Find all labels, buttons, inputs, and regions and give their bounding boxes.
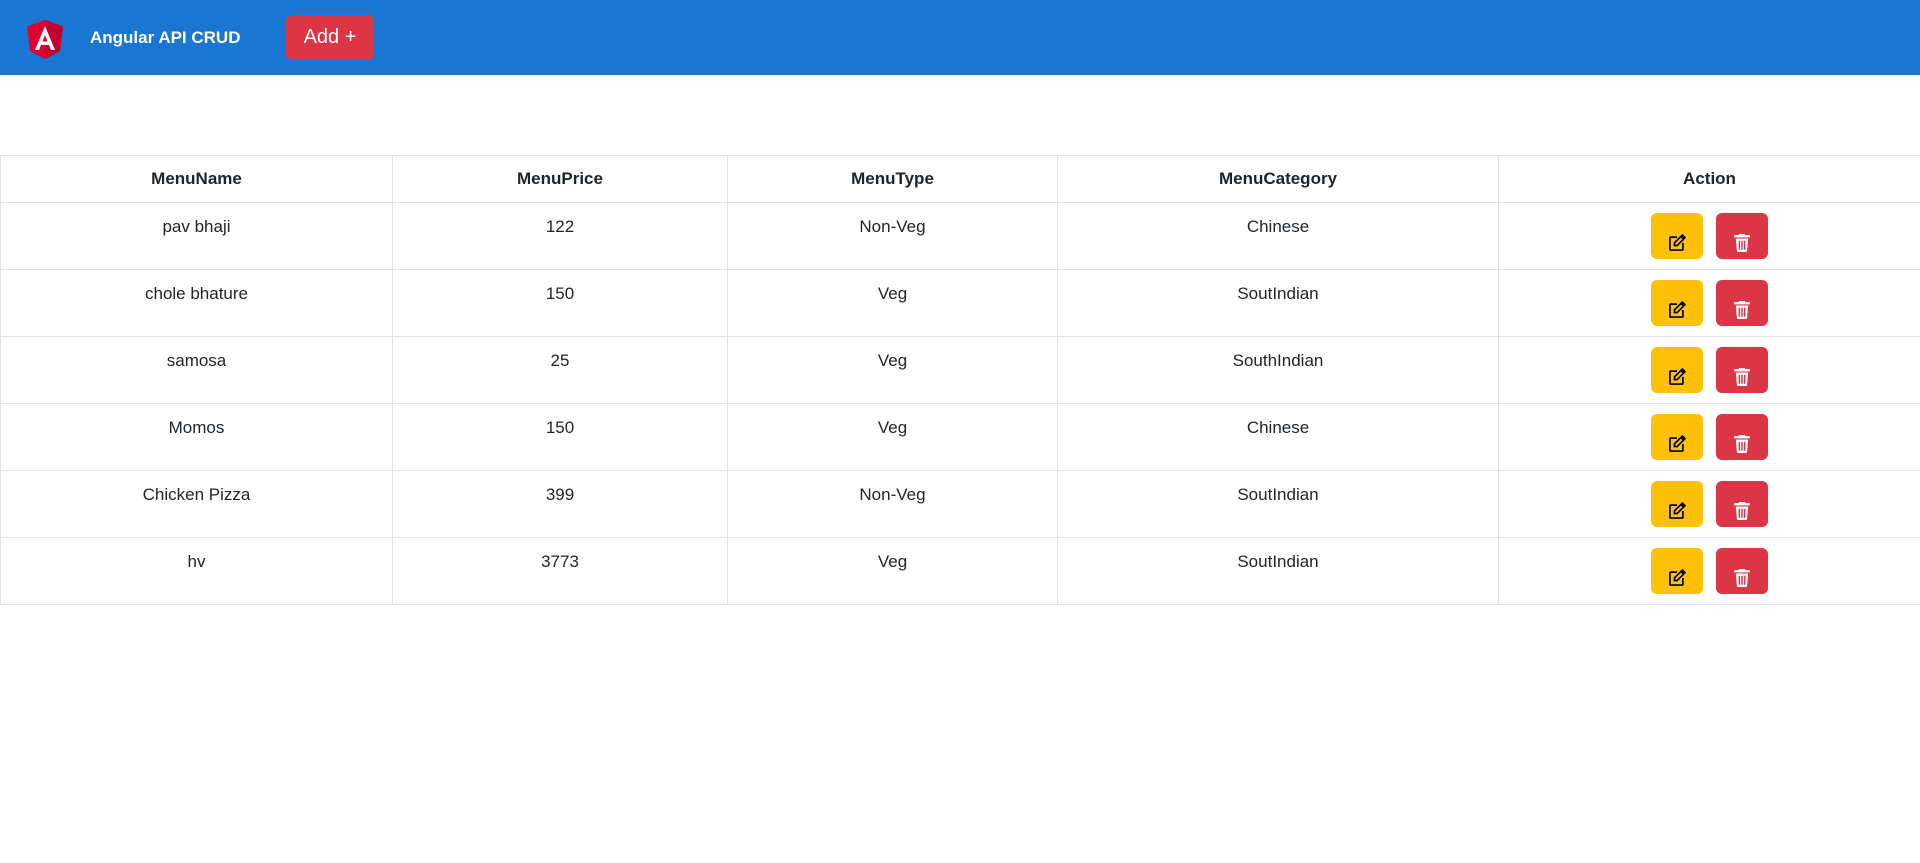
table-row: Chicken Pizza 399 Non-Veg SoutIndian [0,470,1920,538]
cell-menutype: Veg [727,336,1058,404]
cell-menuname: pav bhaji [0,202,393,270]
column-header-action: Action [1498,155,1920,203]
delete-button[interactable] [1716,213,1768,259]
table-body: pav bhaji 122 Non-Veg Chinese chole bhature 1… [0,202,1920,605]
trash-icon [1734,234,1750,252]
delete-button[interactable] [1716,548,1768,594]
cell-menuprice: 122 [392,202,728,270]
cell-menuname: chole bhature [0,269,393,337]
cell-menuname: hv [0,537,393,605]
delete-button[interactable] [1716,414,1768,460]
cell-menucategory: SoutIndian [1057,470,1499,538]
cell-menuname: samosa [0,336,393,404]
top-toolbar: Angular API CRUD Add + [0,0,1920,75]
table-row: hv 3773 Veg SoutIndian [0,537,1920,605]
cell-menuprice: 399 [392,470,728,538]
edit-button[interactable] [1651,548,1703,594]
edit-icon [1669,569,1686,586]
table-header-row: MenuName MenuPrice MenuType MenuCategory… [0,155,1920,203]
cell-menuprice: 150 [392,403,728,471]
table-row: Momos 150 Veg Chinese [0,403,1920,471]
column-header-menuname: MenuName [0,155,393,203]
delete-button[interactable] [1716,481,1768,527]
cell-action [1498,269,1920,337]
add-button[interactable]: Add + [286,15,374,60]
cell-menucategory: SoutIndian [1057,269,1499,337]
table-row: pav bhaji 122 Non-Veg Chinese [0,202,1920,270]
column-header-menuprice: MenuPrice [392,155,728,203]
cell-menutype: Veg [727,537,1058,605]
edit-icon [1669,301,1686,318]
cell-menucategory: Chinese [1057,403,1499,471]
column-header-menucategory: MenuCategory [1057,155,1499,203]
cell-menuname: Chicken Pizza [0,470,393,538]
edit-button[interactable] [1651,347,1703,393]
cell-menutype: Veg [727,269,1058,337]
cell-menucategory: SouthIndian [1057,336,1499,404]
delete-button[interactable] [1716,347,1768,393]
trash-icon [1734,435,1750,453]
angular-logo-icon [27,20,63,59]
cell-action [1498,470,1920,538]
edit-icon [1669,234,1686,251]
menu-table: MenuName MenuPrice MenuType MenuCategory… [0,155,1920,605]
cell-action [1498,403,1920,471]
cell-menuprice: 150 [392,269,728,337]
table-row: samosa 25 Veg SouthIndian [0,336,1920,404]
edit-icon [1669,435,1686,452]
cell-menucategory: SoutIndian [1057,537,1499,605]
cell-menutype: Veg [727,403,1058,471]
cell-menutype: Non-Veg [727,470,1058,538]
trash-icon [1734,502,1750,520]
edit-button[interactable] [1651,481,1703,527]
cell-menucategory: Chinese [1057,202,1499,270]
cell-menuprice: 3773 [392,537,728,605]
edit-icon [1669,368,1686,385]
trash-icon [1734,569,1750,587]
delete-button[interactable] [1716,280,1768,326]
edit-button[interactable] [1651,280,1703,326]
table-row: chole bhature 150 Veg SoutIndian [0,269,1920,337]
cell-action [1498,202,1920,270]
trash-icon [1734,368,1750,386]
edit-button[interactable] [1651,414,1703,460]
cell-menutype: Non-Veg [727,202,1058,270]
app-title: Angular API CRUD [90,28,241,47]
column-header-menutype: MenuType [727,155,1058,203]
edit-icon [1669,502,1686,519]
cell-menuprice: 25 [392,336,728,404]
cell-action [1498,336,1920,404]
edit-button[interactable] [1651,213,1703,259]
cell-menuname: Momos [0,403,393,471]
cell-action [1498,537,1920,605]
trash-icon [1734,301,1750,319]
